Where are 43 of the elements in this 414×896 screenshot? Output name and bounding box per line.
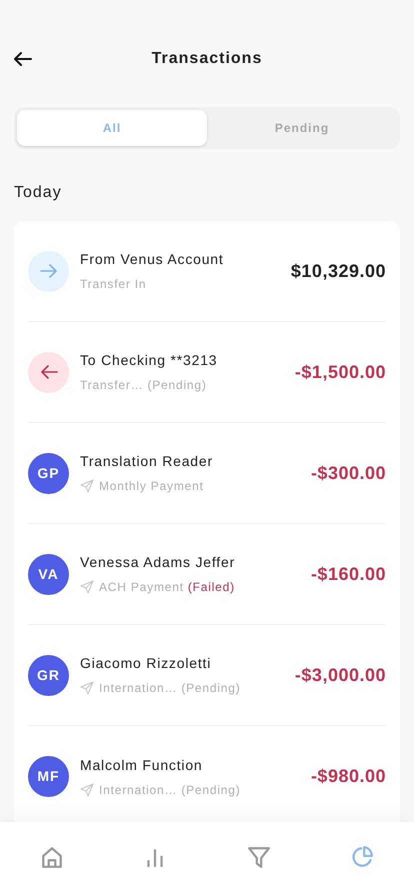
transaction-name: Giacomo Rizzoletti bbox=[80, 654, 212, 673]
filter-tab[interactable]: Pending bbox=[207, 110, 397, 146]
avatar: GP bbox=[28, 452, 69, 494]
transaction-name: Venessa Adams Jeffer bbox=[80, 553, 236, 572]
filter-tab[interactable] bbox=[246, 845, 271, 869]
filter-tab[interactable]: All bbox=[17, 110, 207, 146]
transaction-detail: Monthly Payment bbox=[99, 478, 204, 495]
status-label: (Pending) bbox=[181, 782, 241, 798]
home-tab[interactable] bbox=[40, 845, 64, 869]
avatar: GR bbox=[28, 654, 69, 696]
filter-icon bbox=[246, 845, 271, 869]
avatar: MF bbox=[28, 756, 69, 797]
transaction-amount: -$980.00 bbox=[310, 765, 386, 788]
transaction-amount: -$3,000.00 bbox=[294, 664, 386, 686]
pie-chart-tab[interactable] bbox=[350, 845, 374, 869]
transaction-detail: Internation… bbox=[99, 782, 178, 798]
pie-chart-icon bbox=[350, 845, 374, 869]
transaction-amount: -$1,500.00 bbox=[294, 360, 386, 384]
status-label: (Pending) bbox=[181, 680, 241, 697]
section-heading: Today bbox=[14, 183, 62, 203]
transaction-name: Malcolm Function bbox=[80, 756, 203, 774]
send-icon bbox=[80, 782, 94, 796]
transaction-amount: -$160.00 bbox=[310, 562, 386, 586]
status-label: (Pending) bbox=[147, 377, 207, 394]
transaction-name: To Checking **3213 bbox=[80, 351, 218, 370]
status-label: (Failed) bbox=[188, 579, 235, 596]
send-icon bbox=[80, 580, 94, 594]
transaction-amount: $10,329.00 bbox=[290, 260, 386, 282]
transaction-detail: Internation… bbox=[99, 680, 178, 697]
page-title: Transactions bbox=[152, 49, 262, 69]
back-button[interactable] bbox=[13, 49, 33, 69]
incoming-transfer-icon bbox=[28, 250, 69, 292]
home-icon bbox=[40, 845, 64, 869]
avatar: VA bbox=[28, 554, 69, 594]
outgoing-transfer-icon bbox=[28, 352, 69, 392]
send-icon bbox=[80, 479, 94, 493]
send-icon bbox=[80, 681, 94, 695]
transaction-name: From Venus Account bbox=[80, 250, 224, 269]
transaction-name: Translation Reader bbox=[80, 452, 213, 471]
transaction-detail: ACH Payment bbox=[99, 579, 184, 596]
transaction-detail: Transfer In bbox=[80, 276, 146, 293]
transaction-amount: -$300.00 bbox=[310, 462, 386, 484]
transaction-detail: Transfer… bbox=[80, 377, 144, 394]
